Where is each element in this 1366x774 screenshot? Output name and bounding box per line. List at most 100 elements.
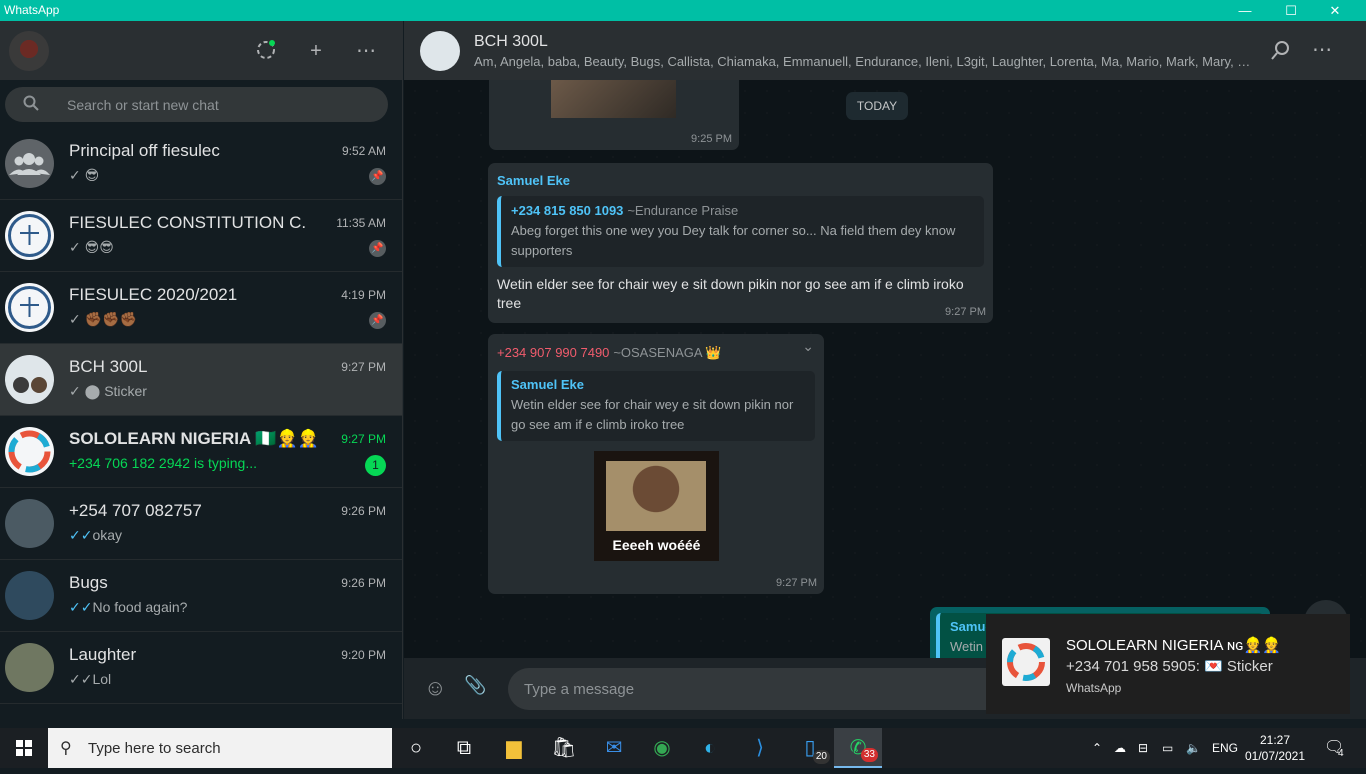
sticker-caption: Eeeeh woééé [612,537,701,553]
chevron-up-icon[interactable]: ⌃ [1092,728,1102,768]
notification-toast[interactable]: SOLOLEARN NIGERIA ɴɢ👷👷 +234 701 958 5905… [986,614,1350,714]
chat-name: FIESULEC 2020/2021 [69,285,238,304]
message-sender: Samuel Eke [497,173,570,188]
sticker-picture [606,461,706,531]
chat-item-bugs[interactable]: Bugs 9:26 PM ✓✓No food again? [0,560,402,632]
quoted-phone: +234 815 850 1093 [511,203,624,218]
emoji-icon[interactable]: ☺ [424,675,446,701]
message-time: 9:27 PM [776,577,817,589]
close-button[interactable]: ✕ [1312,0,1358,21]
chat-preview: ✓✓okay [69,527,123,543]
chat-item-principal[interactable]: Principal off fiesulec 9:52 AM ✓ 😎 📌 [0,128,402,200]
status-icon[interactable] [254,39,278,63]
whatsapp-count: 33 [860,748,878,762]
new-chat-icon[interactable]: + [304,39,328,63]
search-input[interactable] [67,87,367,122]
sticker-image[interactable]: Eeeeh woééé [594,451,719,561]
chat-time: 11:35 AM [336,216,386,230]
date-divider: TODAY [846,92,908,120]
menu-icon[interactable]: ⋯ [1312,37,1332,62]
vscode-icon[interactable]: ⟩ [736,728,784,768]
chat-name: FIESULEC CONSTITUTION C. [69,213,307,232]
sololearn-avatar [5,427,54,476]
quoted-message[interactable]: +234 815 850 1093 ~Endurance Praise Abeg… [497,196,984,267]
cloud-icon[interactable]: ☁ [1114,728,1126,768]
battery-icon[interactable]: ▭ [1162,728,1173,768]
message-area: 9:25 PM TODAY Samuel Eke +234 815 850 10… [404,80,1366,658]
quoted-sender: Samuel Eke [511,377,584,392]
chat-preview: +234 706 182 2942 is typing... [69,455,257,471]
clock[interactable]: 21:27 01/07/2021 [1240,732,1310,764]
group-avatar [5,283,54,332]
message-bubble[interactable]: +234 907 990 7490 ~OSASENAGA 👑 ⌄ Samuel … [488,334,824,594]
chat-item-laughter[interactable]: Laughter 9:20 PM ✓✓Lol [0,632,402,704]
search-messages-icon[interactable] [1270,39,1292,66]
network-icon[interactable]: ⊟ [1138,728,1148,768]
sent-tick-icon: ✓ [69,383,81,399]
clock-date: 01/07/2021 [1244,749,1306,763]
sololearn-icon [1002,638,1050,686]
store-icon[interactable]: 🛍 [540,728,588,768]
task-view-icon[interactable]: ⧉ [440,728,488,768]
conversation-members: Am, Angela, baba, Beauty, Bugs, Callista… [474,54,1254,69]
sticker-icon: ⬤ [84,383,101,399]
minimize-button[interactable]: — [1222,0,1268,21]
notifications-icon[interactable]: 🗨 4 [1324,728,1344,768]
window-titlebar: WhatsApp — ☐ ✕ [0,0,1366,21]
clock-time: 21:27 [1259,733,1291,747]
chat-preview: ✓ ✊🏾✊🏾✊🏾 [69,311,137,327]
chat-time: 9:27 PM [341,360,386,374]
chat-preview: ✓ ⬤ Sticker [69,383,147,399]
profile-avatar[interactable] [9,31,49,71]
pin-icon: 📌 [369,240,386,257]
contact-avatar [5,499,54,548]
edge-icon[interactable]: ◐ [686,728,734,768]
read-tick-icon: ✓✓ [69,527,93,543]
quoted-text: Abeg forget this one wey you Dey talk fo… [511,223,956,258]
conversation-header[interactable]: BCH 300L Am, Angela, baba, Beauty, Bugs,… [404,21,1366,80]
cortana-icon[interactable]: ○ [392,728,440,768]
pin-icon: 📌 [369,312,386,329]
window-title: WhatsApp [4,3,60,17]
chevron-down-icon[interactable]: ⌄ [802,338,814,355]
windows-start-icon[interactable] [0,728,48,768]
language-indicator[interactable]: ENG [1212,728,1238,768]
group-avatar[interactable] [420,31,460,71]
notification-app: WhatsApp [1066,681,1122,695]
chat-item-constitution[interactable]: FIESULEC CONSTITUTION C. 11:35 AM ✓ 😎😎 📌 [0,200,402,272]
chat-name: +254 707 082757 [69,501,202,520]
chat-item-fiesulec[interactable]: FIESULEC 2020/2021 4:19 PM ✓ ✊🏾✊🏾✊🏾 📌 [0,272,402,344]
chrome-icon[interactable]: ◉ [638,728,686,768]
chat-item-bch300l[interactable]: BCH 300L 9:27 PM ✓ ⬤ Sticker [0,344,402,416]
sent-tick-icon: ✓ [69,311,81,327]
chat-preview: ✓✓Lol [69,671,112,687]
maximize-button[interactable]: ☐ [1268,0,1314,21]
message-time: 9:25 PM [691,133,732,145]
menu-icon[interactable]: ⋯ [354,39,378,63]
attach-icon[interactable]: 📎 [464,675,486,696]
image-message[interactable]: 9:25 PM [489,80,739,150]
search-icon [23,95,39,115]
unread-badge: 1 [365,455,386,476]
conversation-title: BCH 300L [474,33,548,50]
volume-icon[interactable]: 🔈 [1186,728,1201,768]
sidebar-header: + ⋯ [0,21,402,80]
chat-time: 9:52 AM [341,144,386,158]
message-bubble[interactable]: Samuel Eke +234 815 850 1093 ~Endurance … [488,163,993,323]
whatsapp-taskbar-icon[interactable]: ✆ 33 [834,728,882,768]
mail-icon[interactable]: ✉ [590,728,638,768]
read-tick-icon: ✓✓ [69,599,93,615]
chat-name: Principal off fiesulec [69,141,220,160]
file-explorer-icon[interactable]: ▆ [490,728,538,768]
chat-item-254[interactable]: +254 707 082757 9:26 PM ✓✓okay [0,488,402,560]
sent-tick-icon: ✓ [69,239,81,255]
delivered-tick-icon: ✓✓ [69,671,93,687]
quoted-message[interactable]: Samuel Eke Wetin elder see for chair wey… [497,371,815,441]
chat-item-sololearn[interactable]: SOLOLEARN NIGERIA 🇳🇬👷👷 9:27 PM +234 706 … [0,416,402,488]
taskbar-search[interactable]: ⚲ Type here to search [48,728,392,768]
phone-icon[interactable]: ▯ 20 [786,728,834,768]
image-thumbnail[interactable] [551,80,676,118]
chat-time: 9:26 PM [341,504,386,518]
chat-preview: ✓ 😎😎 [69,239,114,255]
chat-list: Principal off fiesulec 9:52 AM ✓ 😎 📌 FIE… [0,128,402,704]
